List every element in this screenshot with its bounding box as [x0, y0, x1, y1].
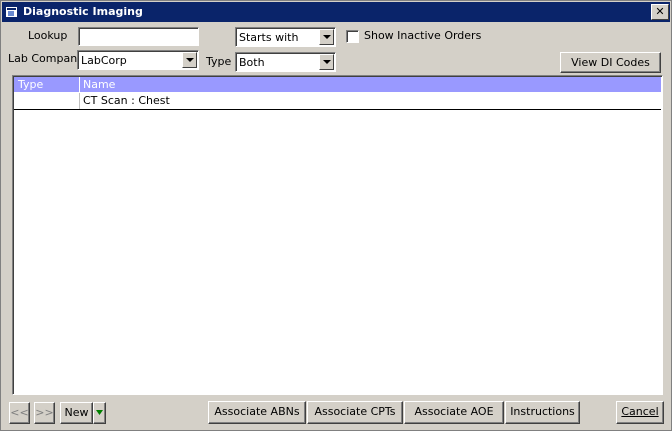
chevron-down-icon[interactable] — [182, 52, 197, 68]
orders-grid[interactable]: Type Name CT Scan : Chest — [12, 75, 663, 395]
lookup-input[interactable] — [78, 27, 199, 46]
lab-company-label: Lab Company — [8, 52, 84, 65]
associate-cpts-button[interactable]: Associate CPTs — [307, 401, 403, 424]
new-dropdown-button[interactable] — [93, 402, 106, 424]
show-inactive-label[interactable]: Show Inactive Orders — [364, 29, 481, 42]
close-icon: ✕ — [655, 5, 665, 18]
associate-aoe-button[interactable]: Associate AOE — [404, 401, 504, 424]
close-window-button[interactable]: ✕ — [651, 4, 669, 20]
new-button-label: New — [64, 406, 89, 419]
instructions-button[interactable]: Instructions — [505, 401, 580, 424]
show-inactive-checkbox[interactable] — [346, 30, 359, 43]
caret-down-icon — [96, 410, 103, 415]
next-page-button[interactable]: >> — [34, 402, 55, 424]
column-header-name[interactable]: Name — [83, 78, 115, 91]
diagnostic-imaging-window: Diagnostic Imaging ✕ Lookup Starts with … — [0, 0, 672, 431]
cancel-button[interactable]: Cancel — [616, 401, 664, 424]
lab-company-select[interactable]: LabCorp — [77, 50, 199, 70]
previous-page-label: << — [10, 406, 29, 419]
column-separator — [79, 77, 80, 92]
associate-abns-button[interactable]: Associate ABNs — [208, 401, 306, 424]
associate-abns-label: Associate ABNs — [214, 405, 300, 418]
match-mode-value: Starts with — [239, 31, 299, 44]
type-select[interactable]: Both — [235, 52, 336, 72]
window-app-icon — [6, 7, 17, 17]
instructions-label: Instructions — [510, 405, 575, 418]
window-title: Diagnostic Imaging — [23, 5, 143, 18]
title-bar: Diagnostic Imaging ✕ — [2, 2, 670, 22]
match-mode-select[interactable]: Starts with — [235, 27, 336, 47]
view-di-codes-label: View DI Codes — [571, 56, 650, 69]
column-separator — [79, 93, 80, 109]
associate-aoe-label: Associate AOE — [414, 405, 494, 418]
chevron-down-icon[interactable] — [319, 54, 334, 70]
next-page-label: >> — [35, 406, 54, 419]
grid-header: Type Name — [14, 77, 661, 92]
new-button[interactable]: New — [60, 402, 93, 424]
chevron-down-icon[interactable] — [319, 29, 334, 45]
table-row[interactable]: CT Scan : Chest — [14, 93, 661, 110]
row-name-cell: CT Scan : Chest — [83, 94, 170, 107]
cancel-label: Cancel — [621, 405, 659, 418]
previous-page-button[interactable]: << — [9, 402, 30, 424]
type-value: Both — [239, 56, 265, 69]
column-header-type[interactable]: Type — [18, 78, 43, 91]
associate-cpts-label: Associate CPTs — [314, 405, 396, 418]
view-di-codes-button[interactable]: View DI Codes — [560, 52, 661, 73]
lookup-label: Lookup — [28, 29, 68, 42]
type-label: Type — [206, 55, 232, 68]
lab-company-value: LabCorp — [81, 54, 127, 67]
